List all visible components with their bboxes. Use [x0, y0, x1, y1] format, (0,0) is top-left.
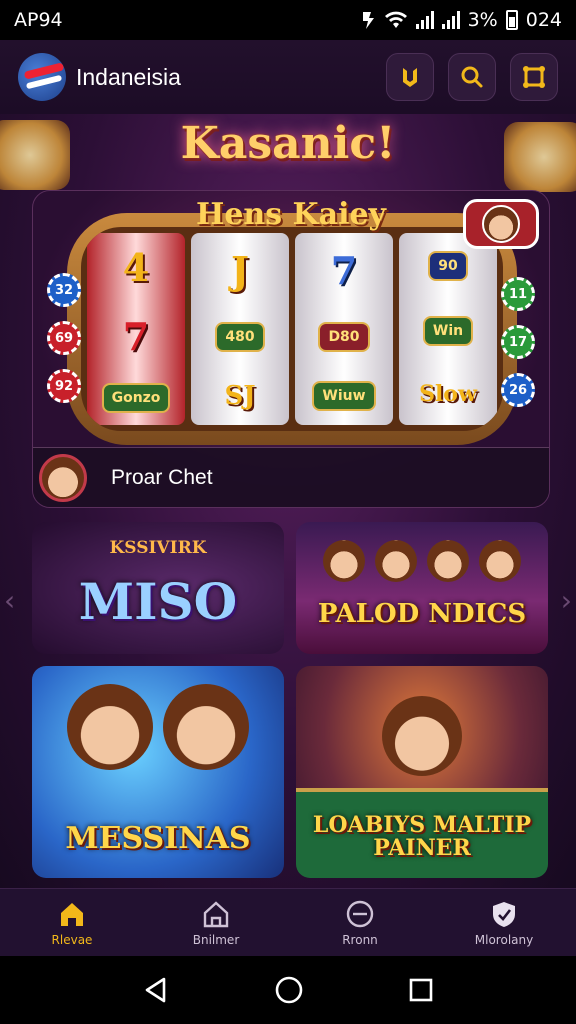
chip-right: 26: [501, 373, 535, 407]
host-avatar: [39, 453, 87, 502]
house-outline-icon: [203, 900, 229, 927]
reel-symbol: Slow: [419, 381, 477, 408]
game-tile-title: MESSINAS: [65, 820, 251, 856]
slot-machine: 4 7 Gonzo J 480 SJ 7 D80 Wiuw 90 Win Slo…: [67, 213, 517, 445]
search-icon: [461, 66, 483, 88]
status-icons: 3% 024: [360, 9, 562, 31]
reel-symbol: SJ: [224, 380, 256, 411]
home-icon: [61, 902, 83, 926]
game-tile[interactable]: LOABIYS MALTIP PAINER: [296, 666, 548, 878]
chip-right: 17: [501, 325, 535, 359]
game-tile[interactable]: MESSINAS: [32, 666, 284, 878]
main-content[interactable]: Kasanic! ‹ › 4 7 Gonzo J 480 SJ 7 D80 Wi…: [0, 114, 576, 888]
reel-symbol: Wiuw: [312, 380, 376, 411]
reel-symbol: 90: [428, 250, 468, 281]
shield-icon: [493, 901, 515, 927]
tv-icon: [346, 900, 374, 927]
featured-game-card[interactable]: 4 7 Gonzo J 480 SJ 7 D80 Wiuw 90 Win Slo…: [32, 190, 550, 508]
reel-symbol: Gonzo: [101, 383, 171, 413]
reel: 4 7 Gonzo: [87, 233, 185, 425]
header-actions: [386, 53, 558, 101]
back-icon[interactable]: [142, 976, 170, 1004]
reel: 90 Win Slow: [399, 233, 497, 425]
app-logo: [18, 53, 66, 101]
reel-symbol: J: [231, 247, 249, 293]
battery-icon: [505, 10, 518, 30]
reel-symbol: 7: [122, 314, 150, 359]
wifi-icon: [384, 11, 407, 28]
reel-symbol: 7: [330, 247, 358, 293]
brand-title: Kasanic!: [180, 118, 396, 169]
slot-reels: 4 7 Gonzo J 480 SJ 7 D80 Wiuw 90 Win Slo…: [81, 227, 503, 431]
game-tile-title: LOABIYS MALTIP PAINER: [312, 811, 532, 861]
chevron-left-icon[interactable]: ‹: [4, 584, 15, 617]
game-tile-characters: [296, 540, 548, 582]
status-carrier: AP94: [14, 9, 63, 31]
coins-icon: [403, 68, 417, 87]
game-tile-characters: [296, 696, 548, 776]
system-nav-bar: [0, 956, 576, 1024]
character-avatar: [163, 684, 249, 770]
game-tile-characters: [32, 684, 284, 770]
status-time: 024: [525, 9, 562, 31]
game-tile-title: MISO: [78, 571, 238, 631]
character-avatar: [427, 540, 469, 582]
nav-item-third[interactable]: Rronn: [288, 889, 432, 956]
featured-host-label: Proar Chet: [111, 465, 213, 489]
chevron-right-icon[interactable]: ›: [561, 584, 572, 617]
featured-host-bar[interactable]: Proar Chet: [33, 447, 549, 507]
signal-icon-2: [441, 11, 460, 29]
chip-right: 11: [501, 277, 535, 311]
chip-left: 69: [47, 321, 81, 355]
character-avatar: [375, 540, 417, 582]
signal-icon: [415, 11, 434, 29]
bottom-nav: Rlevae Bnilmer Rronn Mlorolany: [0, 888, 576, 956]
nav-item-fourth[interactable]: Mlorolany: [432, 889, 576, 956]
status-bar: AP94 3% 024: [0, 0, 576, 40]
game-tile-kicker: KSSIVIRK: [109, 538, 207, 558]
chip-left: 32: [47, 273, 81, 307]
chip-left: 92: [47, 369, 81, 403]
character-avatar: [323, 540, 365, 582]
reel-symbol: 4: [122, 245, 150, 290]
recents-icon[interactable]: [408, 977, 434, 1003]
reel: 7 D80 Wiuw: [295, 233, 393, 425]
nav-item-label: Rronn: [342, 932, 378, 947]
reel-symbol: Win: [422, 315, 474, 346]
featured-title: Hens Kaiey: [195, 197, 386, 232]
battery-percent: 3%: [467, 9, 498, 31]
home-circle-icon[interactable]: [274, 975, 304, 1005]
game-tile-title: PALOD NDICS: [317, 598, 527, 629]
app-title: Indaneisia: [76, 63, 181, 90]
reel-symbol: D80: [318, 321, 370, 352]
nav-item-home[interactable]: Rlevae: [0, 889, 144, 956]
reel-symbol: 480: [215, 321, 265, 352]
character-avatar: [382, 696, 462, 776]
search-button[interactable]: [448, 53, 496, 101]
character-avatar: [67, 684, 153, 770]
notification-icon: [362, 12, 374, 29]
settings-icon: [523, 66, 545, 88]
reel: J 480 SJ: [191, 233, 289, 425]
game-tile[interactable]: PALOD NDICS: [296, 522, 548, 654]
nav-item-label: Rlevae: [51, 932, 93, 947]
character-avatar: [479, 540, 521, 582]
app-header: Indaneisia: [0, 40, 576, 114]
nav-item-label: Mlorolany: [474, 932, 534, 947]
nav-item-second[interactable]: Bnilmer: [144, 889, 288, 956]
game-tile[interactable]: KSSIVIRK MISO: [32, 522, 284, 654]
settings-button[interactable]: [510, 53, 558, 101]
coins-button[interactable]: [386, 53, 434, 101]
nav-item-label: Bnilmer: [192, 932, 240, 947]
